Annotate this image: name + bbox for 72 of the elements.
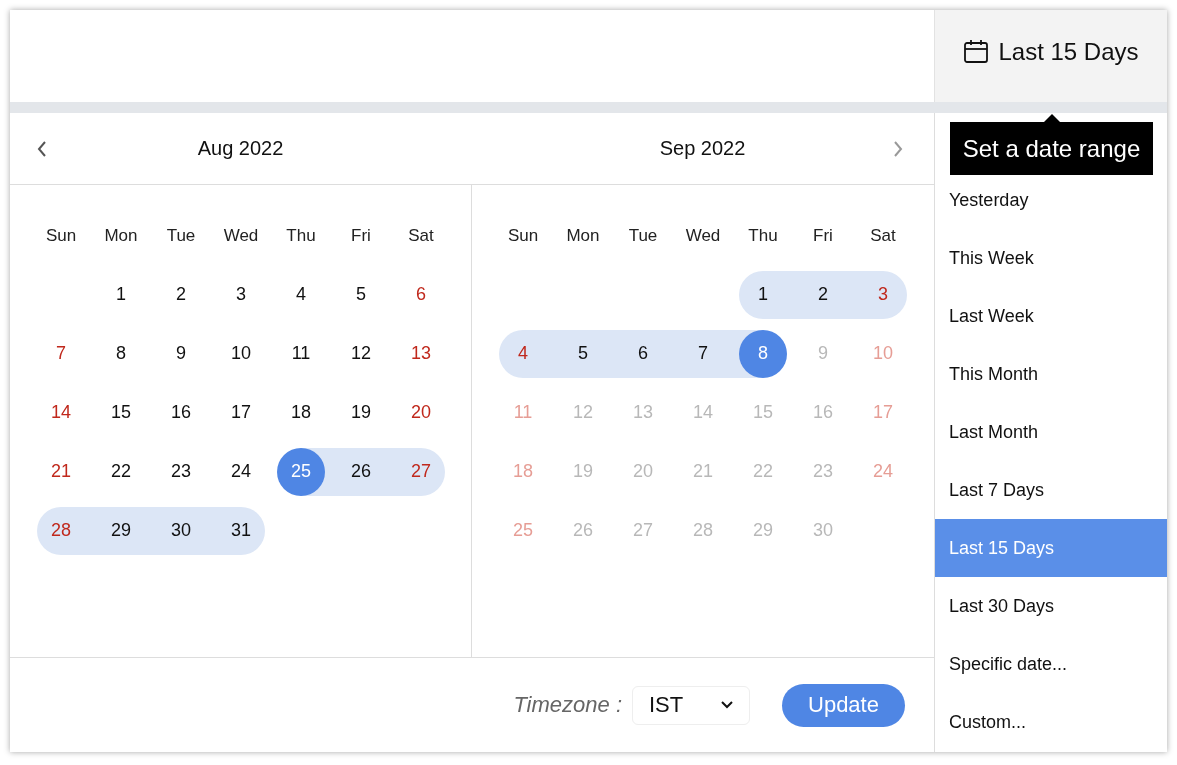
chevron-down-icon [721,701,733,709]
calendar-day[interactable]: 8 [97,329,145,378]
calendar-day[interactable]: 18 [277,388,325,437]
weekday-label: Tue [165,224,197,247]
weekday-label: Tue [627,224,659,247]
calendar-day[interactable]: 25 [277,447,325,496]
weekday-label: Fri [350,224,372,247]
calendar-day[interactable]: 26 [337,447,385,496]
timezone-label: Timezone : [513,692,622,718]
calendar-day[interactable]: 5 [559,329,607,378]
update-button[interactable]: Update [782,683,905,727]
calendar-day[interactable]: 15 [97,388,145,437]
calendar-day[interactable]: 21 [37,447,85,496]
calendar-day[interactable]: 13 [397,329,445,378]
weekday-label: Sat [407,224,435,247]
calendar-day[interactable]: 16 [157,388,205,437]
calendar-day[interactable]: 4 [277,270,325,319]
calendar-day[interactable]: 20 [397,388,445,437]
month-title: Sep 2022 [659,137,746,160]
weekday-label: Mon [565,224,601,247]
weekday-label: Thu [747,224,779,247]
weekday-label: Wed [684,224,722,247]
calendar-day[interactable]: 2 [799,270,847,319]
calendar-day[interactable]: 11 [277,329,325,378]
calendar-day[interactable]: 1 [97,270,145,319]
calendar-day[interactable]: 22 [97,447,145,496]
calendar-day[interactable]: 24 [217,447,265,496]
calendar-icon [963,39,990,65]
tooltip: Set a date range [950,114,1153,175]
calendar-day[interactable]: 10 [217,329,265,378]
weekday-label: Sun [44,224,78,247]
weekday-label: Fri [812,224,834,247]
calendar-day[interactable]: 12 [337,329,385,378]
calendar-day[interactable]: 6 [619,329,667,378]
calendar-day[interactable]: 27 [397,447,445,496]
timezone-select[interactable]: IST [632,685,750,725]
weekday-label: Thu [285,224,317,247]
weekday-label: Sun [506,224,540,247]
preset-item[interactable]: Last Week [935,287,1167,345]
weekday-label: Mon [103,224,139,247]
calendar-day[interactable]: 8 [739,329,787,378]
calendar-day[interactable]: 4 [499,329,547,378]
next-month-button[interactable] [892,139,904,158]
preset-item[interactable]: Last 30 Days [935,577,1167,635]
calendar-day[interactable]: 7 [37,329,85,378]
calendar-day[interactable]: 23 [157,447,205,496]
previous-month-button[interactable] [36,139,48,158]
preset-item[interactable]: This Month [935,345,1167,403]
calendar-day[interactable]: 7 [679,329,727,378]
calendar-day[interactable]: 29 [97,506,145,555]
preset-item[interactable]: This Week [935,229,1167,287]
calendar-day[interactable]: 3 [859,270,907,319]
calendar-day[interactable]: 28 [37,506,85,555]
calendar-day[interactable]: 6 [397,270,445,319]
calendar-day[interactable]: 9 [157,329,205,378]
preset-item[interactable]: Specific date... [935,635,1167,693]
calendar-day[interactable]: 30 [157,506,205,555]
calendar-day[interactable]: 19 [337,388,385,437]
preset-item[interactable]: Last 7 Days [935,461,1167,519]
calendar-day[interactable]: 2 [157,270,205,319]
calendar-day[interactable]: 5 [337,270,385,319]
calendar-day[interactable]: 31 [217,506,265,555]
preset-item[interactable]: Last Month [935,403,1167,461]
weekday-label: Sat [869,224,897,247]
calendar-day[interactable]: 17 [217,388,265,437]
preset-item[interactable]: Custom... [935,693,1167,751]
weekday-label: Wed [222,224,260,247]
calendar-day[interactable]: 14 [37,388,85,437]
calendar-day[interactable]: 1 [739,270,787,319]
date-range-button[interactable]: Last 15 Days [934,10,1167,102]
month-title: Aug 2022 [197,137,284,160]
calendar-day[interactable]: 3 [217,270,265,319]
